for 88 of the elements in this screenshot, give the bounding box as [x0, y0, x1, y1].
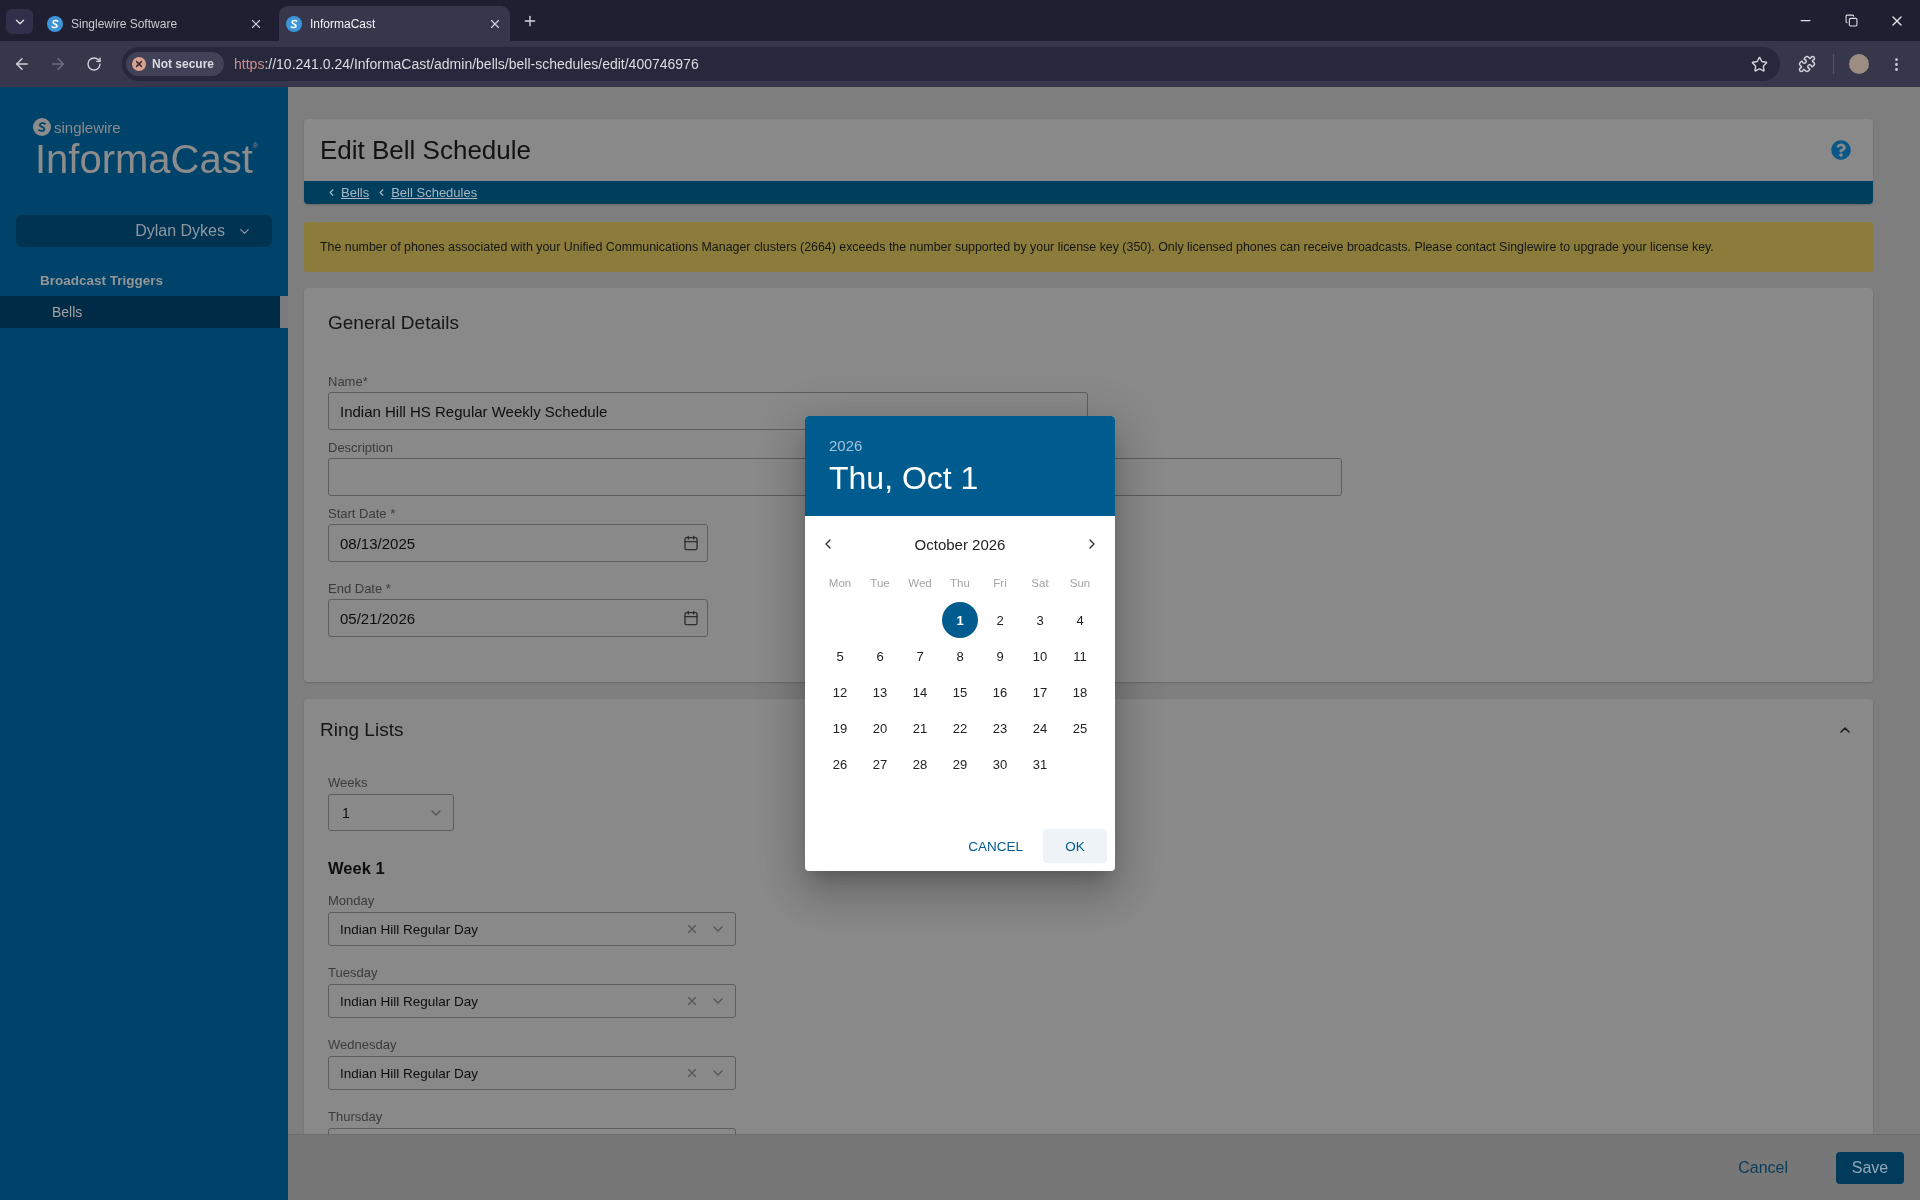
day-cell[interactable]: 31: [1022, 746, 1058, 782]
day-cell[interactable]: 19: [822, 710, 858, 746]
address-bar[interactable]: Not secure https://10.241.0.24/InformaCast/admin/bells/bell-schedules/edit/400746976: [122, 47, 1780, 81]
day-cell[interactable]: 8: [942, 638, 978, 674]
day-cell[interactable]: 30: [982, 746, 1018, 782]
weekday-label: Tue: [870, 577, 890, 589]
weekday-label: Sat: [1031, 577, 1049, 589]
day-cell[interactable]: 14: [902, 674, 938, 710]
page-title: Edit Bell Schedule: [320, 134, 532, 166]
warning-message: The number of phones associated with your Unified Communications Manager clusters (2664) exceeds the number supported by your license key (350). Only licensed phones can receive broadcasts. Please contact Singlewire to upgrade your license key.: [320, 240, 1714, 254]
browser-tab[interactable]: Singlewire Software: [40, 6, 271, 41]
restore-icon[interactable]: [1844, 14, 1858, 27]
avatar-icon[interactable]: [1849, 54, 1869, 74]
day-cell[interactable]: 12: [822, 674, 858, 710]
logo-icon: [33, 118, 51, 136]
select-field[interactable]: Indian Hill Regular Day: [328, 1056, 736, 1090]
section-title: General Details: [328, 311, 460, 335]
day-cell[interactable]: 27: [862, 746, 898, 782]
select-field[interactable]: Indian Hill Regular Day: [328, 912, 736, 946]
calendar-icon[interactable]: [683, 535, 699, 551]
product-logo-text: InformaCast$^{®}$: [34, 139, 260, 179]
day-cell[interactable]: 11: [1062, 638, 1098, 674]
select-field[interactable]: Indian Hill Regular Day: [328, 984, 736, 1018]
day-cell[interactable]: 15: [942, 674, 978, 710]
field-label: Thursday: [328, 1109, 383, 1125]
section-heading: Broadcast Triggers: [39, 273, 165, 289]
weekday-label: Mon: [828, 577, 852, 589]
section-title: Ring Lists: [320, 718, 404, 742]
day-cell[interactable]: 4: [1062, 602, 1098, 638]
day-cell[interactable]: 22: [942, 710, 978, 746]
day-cell[interactable]: 17: [1022, 674, 1058, 710]
day-cell[interactable]: 25: [1062, 710, 1098, 746]
weekday-label: Wed: [908, 577, 932, 589]
breadcrumb-link[interactable]: Bells: [341, 185, 370, 200]
url-text: https://10.241.0.24/InformaCast/admin/bells/bell-schedules/edit/400746976: [234, 56, 699, 72]
day-cell[interactable]: 18: [1062, 674, 1098, 710]
browser-tab[interactable]: InformaCast: [279, 6, 510, 41]
day-cell[interactable]: 1: [942, 602, 978, 638]
day-cell[interactable]: 7: [902, 638, 938, 674]
field-label: End Date *: [328, 581, 391, 597]
reload-icon[interactable]: [86, 56, 102, 72]
logo-icon: [286, 15, 302, 32]
day-cell[interactable]: 23: [982, 710, 1018, 746]
weekday-label: Sun: [1069, 577, 1091, 589]
logo-icon: [47, 15, 63, 32]
day-cell[interactable]: 16: [982, 674, 1018, 710]
day-cell[interactable]: 10: [1022, 638, 1058, 674]
field-label: Weeks: [328, 775, 368, 791]
selected-date-label: Thu, Oct 1: [829, 459, 979, 497]
field-label: Description: [328, 440, 394, 456]
ok-button[interactable]: OK: [1043, 829, 1107, 863]
year-label[interactable]: 2026: [829, 437, 863, 455]
day-cell[interactable]: 6: [862, 638, 898, 674]
day-cell[interactable]: 21: [902, 710, 938, 746]
nav-item[interactable]: Bells: [0, 296, 288, 328]
breadcrumb-link[interactable]: Bell Schedules: [391, 185, 478, 200]
week-heading: Week 1: [328, 858, 385, 878]
day-cell[interactable]: 3: [1022, 602, 1058, 638]
field-label: Tuesday: [328, 965, 378, 981]
user-menu-button[interactable]: Dylan Dykes: [16, 215, 272, 247]
field-label: Monday: [328, 893, 375, 909]
select-field[interactable]: 1: [328, 794, 454, 831]
day-cell[interactable]: 29: [942, 746, 978, 782]
day-cell[interactable]: 2: [982, 602, 1018, 638]
date-field[interactable]: 05/21/2026: [328, 599, 708, 637]
field-label: Wednesday: [328, 1037, 397, 1053]
field-label: Start Date *: [328, 506, 396, 522]
tab-search-button[interactable]: [6, 9, 33, 34]
cancel-button[interactable]: CANCEL: [960, 829, 1031, 863]
brand-name: singlewire: [54, 118, 121, 136]
calendar-icon[interactable]: [683, 610, 699, 626]
day-cell[interactable]: 13: [862, 674, 898, 710]
date-field[interactable]: 08/13/2025: [328, 524, 708, 562]
month-label: October 2026: [914, 535, 1006, 553]
save-button[interactable]: Save: [1836, 1151, 1904, 1184]
puzzle-icon[interactable]: [1798, 55, 1816, 73]
weekday-label: Thu: [950, 577, 970, 589]
security-chip[interactable]: Not secure: [126, 52, 225, 76]
field-label: Name*: [328, 374, 368, 390]
day-cell[interactable]: 9: [982, 638, 1018, 674]
weekday-label: Fri: [993, 577, 1007, 589]
day-cell[interactable]: 5: [822, 638, 858, 674]
x-circle-icon: [132, 57, 146, 71]
star-icon[interactable]: [1751, 55, 1768, 73]
day-cell[interactable]: 20: [862, 710, 898, 746]
day-cell[interactable]: 24: [1022, 710, 1058, 746]
day-cell[interactable]: 28: [902, 746, 938, 782]
day-cell[interactable]: 26: [822, 746, 858, 782]
